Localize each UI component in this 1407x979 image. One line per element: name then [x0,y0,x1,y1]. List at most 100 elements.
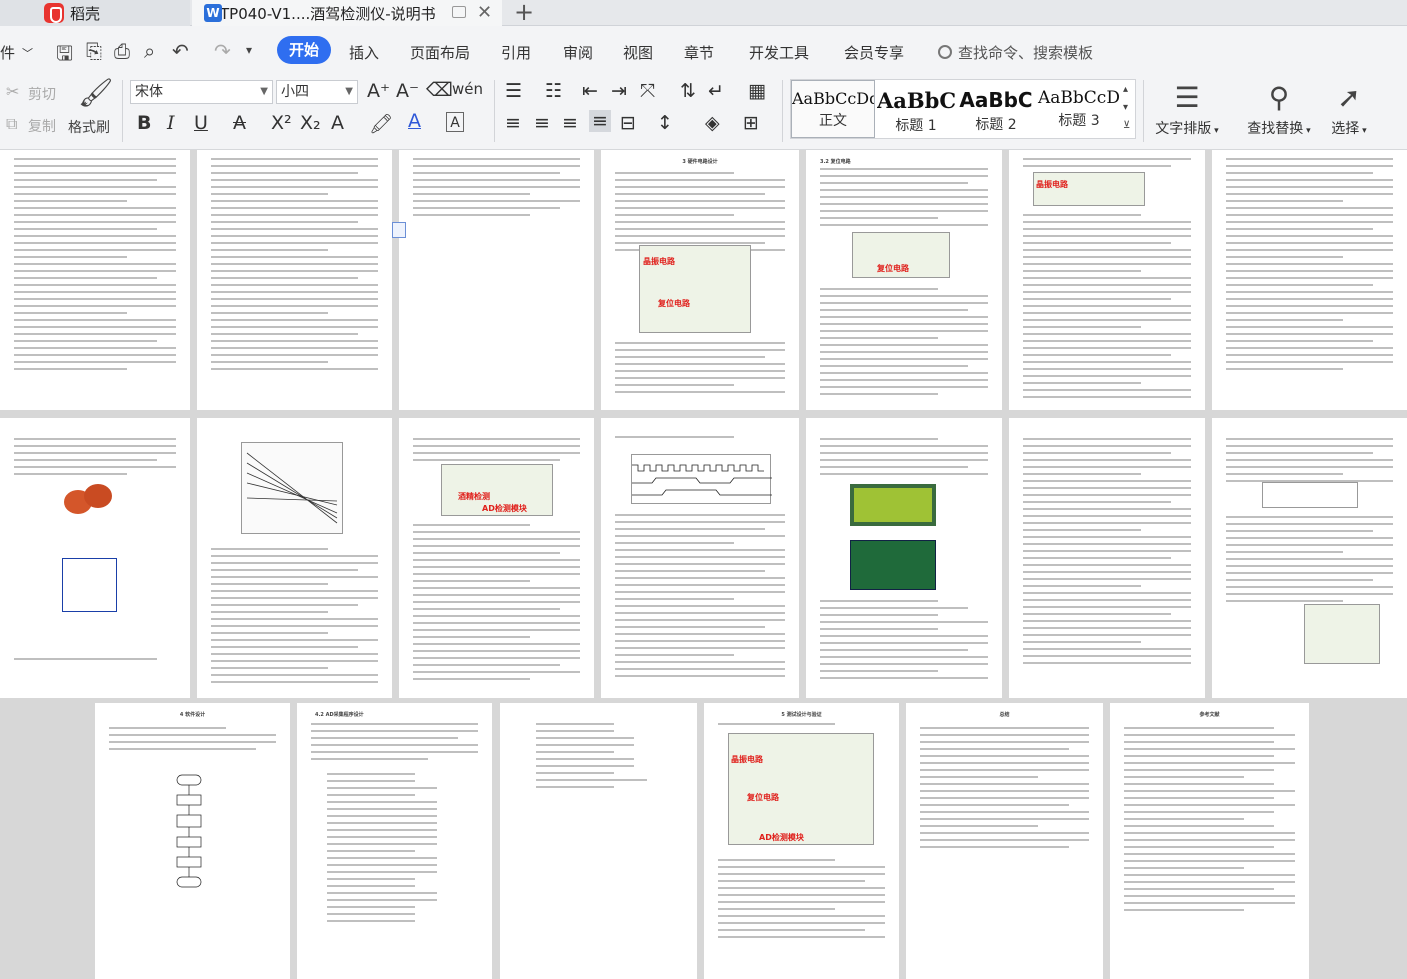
style-heading-3[interactable]: AaBbCcD 标题 3 [1037,80,1121,138]
justify-icon[interactable]: ≡ [589,110,611,132]
grow-font-icon[interactable]: A⁺ [367,80,390,102]
word-doc-icon: W [204,4,222,22]
tab-review[interactable]: 审阅 [563,42,593,63]
align-left-icon[interactable]: ≡ [505,112,521,134]
font-color-icon[interactable]: A [408,110,421,132]
export-pdf-icon[interactable]: ⎘ [86,39,102,63]
page-text [14,158,176,375]
file-menu[interactable]: 件 [0,42,15,63]
find-replace-label: 查找替换 [1247,121,1304,137]
document-canvas[interactable]: 3 硬件电路设计 晶振电路 复位电路 3.2 复位电路 复位电路 晶振电路 酒精… [0,150,1407,979]
shrink-font-icon[interactable]: A⁻ [396,80,419,102]
tab-docer[interactable]: 稻壳 [0,0,190,26]
superscript-icon[interactable]: X² [271,112,292,134]
save-icon[interactable]: 🖫 [56,39,73,73]
chart-curves [246,452,338,524]
show-marks-icon[interactable]: ↵ [708,80,724,102]
styles-more-icon[interactable]: ⊻ [1123,120,1130,131]
copy-button[interactable]: 复制 [28,116,56,136]
char-border-icon[interactable]: A [446,112,464,132]
tab-developer[interactable]: 开发工具 [749,42,809,63]
quick-access-more-icon[interactable]: ▾ [246,43,252,57]
page-heading: 4.2 AD采集程序设计 [315,712,364,718]
code-listing [536,723,647,793]
page-thumbnail: 3.2 复位电路 复位电路 [806,150,1002,410]
shading-icon[interactable]: ◈ [705,112,720,134]
subscript-icon[interactable]: X₂ [300,112,321,134]
bullet-list-icon[interactable]: ☰ [505,80,522,102]
file-menu-chevron-icon[interactable]: ﹀ [22,45,33,61]
style-normal[interactable]: AaBbCcDd 正文 [791,80,875,138]
styles-scroll-down-icon[interactable]: ▾ [1123,102,1128,113]
numbered-list-icon[interactable]: ☷ [545,80,562,102]
page-thumbnail: 酒精检测 AD检测模块 [399,418,594,698]
align-center-icon[interactable]: ≡ [534,112,550,134]
tab-page-layout[interactable]: 页面布局 [410,42,470,63]
tab-home[interactable]: 开始 [277,36,331,64]
page-thumbnail: 参考文献 [1110,703,1309,979]
text-layout-icon: ☰ [1174,81,1200,114]
select-button[interactable]: ➚ 选择 ▾ [1324,78,1374,138]
find-replace-button[interactable]: ⚲ 查找替换 ▾ [1244,78,1314,138]
font-size-select[interactable]: 小四 ▼ [276,80,358,104]
ribbon-menu: 件 ﹀ 🖫 ⎘ ⎙ ⌕ ↶ ↷ ▾ 开始 插入 页面布局 引用 审阅 视图 章节… [0,26,1407,74]
page-thumbnail: 总结 [906,703,1103,979]
page-heading: 3 硬件电路设计 [682,159,718,165]
redo-icon[interactable]: ↷ [214,39,231,63]
styles-scroll-up-icon[interactable]: ▴ [1123,84,1128,95]
tab-member[interactable]: 会员专享 [844,42,904,63]
print-icon[interactable]: ⎙ [114,39,130,63]
page-text [615,514,785,682]
bold-icon[interactable]: B [137,112,151,134]
style-heading-3-sample: AaBbCcD [1038,88,1120,108]
page-text [211,158,378,375]
page-thumbnail [1212,418,1407,698]
tab-docer-label: 稻壳 [70,4,101,23]
timing-diagram [631,454,772,504]
tab-references[interactable]: 引用 [501,42,531,63]
highlight-icon[interactable]: 🖍 [369,112,393,135]
style-heading-2[interactable]: AaBbC 标题 2 [957,80,1035,138]
text-effect-icon[interactable]: A [331,112,344,134]
tab-chapter[interactable]: 章节 [684,42,714,63]
distributed-icon[interactable]: ⊟ [620,112,636,134]
underline-icon[interactable]: U [194,112,208,134]
schematic-figure: 晶振电路 复位电路 [639,245,751,333]
strikethrough-icon[interactable]: A [233,112,246,134]
page-nav-icon[interactable] [392,222,406,238]
tab-window-icon[interactable] [452,6,466,18]
text-layout-button[interactable]: ☰ 文字排版 ▾ [1152,78,1222,138]
tab-view[interactable]: 视图 [623,42,653,63]
chinese-layout-icon[interactable]: ⤧ [640,80,655,102]
tab-close-icon[interactable]: ✕ [477,2,492,23]
tab-bar: 稻壳 TP040-V1....酒驾检测仪-说明书 W ✕ + [0,0,1407,26]
sort-icon[interactable]: ⇅ [680,80,696,102]
tab-insert[interactable]: 插入 [349,42,379,63]
command-search[interactable]: 查找命令、搜索模板 [938,42,1093,63]
align-right-icon[interactable]: ≡ [562,112,578,134]
phonetic-guide-icon[interactable]: wén [452,80,483,98]
borders-icon[interactable]: ⊞ [743,112,759,134]
style-heading-1-label: 标题 1 [895,118,937,134]
increase-indent-icon[interactable]: ⇥ [611,80,627,102]
figure-label: 晶振电路 [643,257,675,266]
italic-icon[interactable]: I [167,112,175,134]
command-search-text: 查找命令、搜索模板 [958,44,1094,62]
cut-button[interactable]: 剪切 [28,84,56,104]
table-tools-icon[interactable]: ▦ [748,80,766,102]
undo-icon[interactable]: ↶ [172,39,189,63]
style-heading-1[interactable]: AaBbC 标题 1 [877,80,955,138]
format-painter-button[interactable]: 格式刷 [68,117,110,137]
font-family-select[interactable]: 宋体 ▼ [130,80,273,104]
decrease-indent-icon[interactable]: ⇤ [582,80,598,102]
line-spacing-icon[interactable]: ↕ [657,112,673,134]
new-tab-icon[interactable]: + [514,0,534,26]
page-text [413,524,580,685]
print-preview-icon[interactable]: ⌕ [144,39,155,63]
code-listing [327,773,452,927]
separator [782,80,783,142]
page-text [1023,438,1191,669]
schematic-figure: 晶振电路 [1033,172,1145,206]
clear-format-icon[interactable]: ⌫ [426,79,453,101]
page-heading: 参考文献 [1199,712,1220,718]
